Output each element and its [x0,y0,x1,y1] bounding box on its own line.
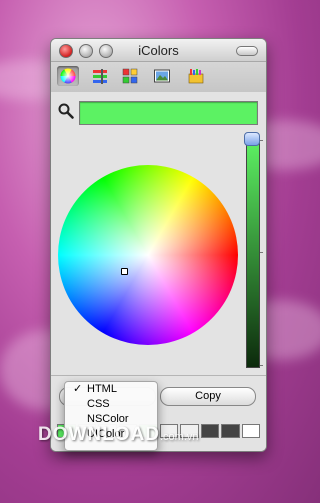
menu-item-label: HTML [87,383,117,395]
title-bar: iColors [51,39,266,62]
color-sliders-icon [93,69,107,84]
color-search-row [57,99,258,125]
tab-color-wheel[interactable] [57,66,79,86]
toolbar-toggle-button[interactable] [236,46,258,56]
menu-item-css[interactable]: CSS [65,397,157,412]
brightness-slider-thumb[interactable] [244,132,260,146]
checkmark-icon: ✓ [73,383,83,395]
watermark-suffix: .com.vn [159,431,199,443]
tab-sliders[interactable] [89,66,111,86]
tab-image[interactable] [151,66,173,86]
copy-button[interactable]: Copy [160,387,256,406]
color-wheel-whitening [58,165,238,345]
divider [51,375,266,376]
crayons-icon [188,69,204,84]
watermark: DOWNLOAD.com.vn [38,424,199,446]
tab-crayons[interactable] [185,66,207,86]
slider-tick [260,252,263,253]
brightness-slider[interactable] [246,139,260,368]
window-title: iColors [138,43,179,58]
image-palette-icon [154,69,170,83]
current-color-swatch[interactable] [79,101,258,125]
color-palettes-icon [122,68,138,84]
tab-palettes[interactable] [119,66,141,86]
slider-tick [260,140,263,141]
magnifier-icon[interactable] [58,103,74,119]
saved-color-swatch[interactable] [200,424,219,438]
menu-item-html[interactable]: ✓ HTML [65,382,157,397]
slider-tick [260,365,263,366]
menu-item-label: CSS [87,398,110,410]
color-wheel[interactable] [58,165,238,345]
color-wheel-icon [60,68,76,84]
saved-color-swatch[interactable] [221,424,240,438]
toolbar [51,62,266,93]
color-picker-marker[interactable] [121,268,128,275]
watermark-text: DOWNLOAD [38,424,160,445]
saved-color-swatch[interactable] [241,424,260,438]
